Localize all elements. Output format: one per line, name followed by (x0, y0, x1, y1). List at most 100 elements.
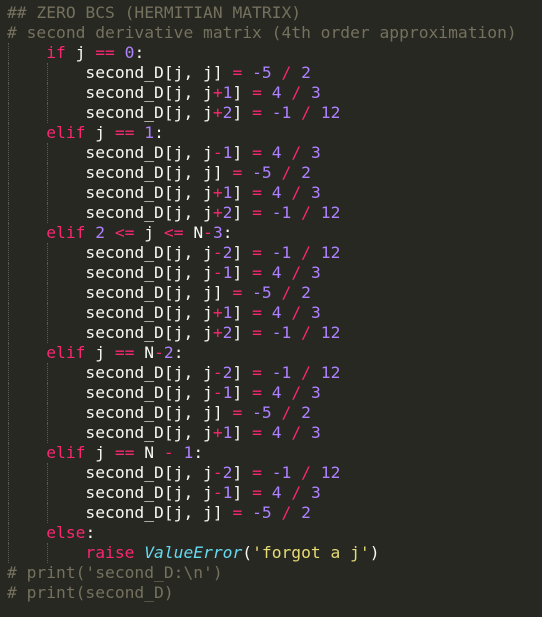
token-operator: / (301, 463, 311, 482)
indent-guide (47, 503, 49, 523)
code-line[interactable]: second_D[j, j-1] = 4 / 3 (7, 483, 542, 503)
token-plain: second_D[j, j] (85, 63, 233, 82)
token-plain: : (134, 43, 145, 62)
code-line[interactable]: second_D[j, j] = -5 / 2 (7, 63, 542, 83)
token-number: 2 (301, 403, 311, 422)
token-plain: : (173, 343, 184, 362)
token-number: -5 (252, 503, 272, 522)
token-operator: = (252, 323, 262, 342)
token-operator: = (252, 363, 262, 382)
token-keyword: elif (46, 343, 86, 362)
token-number: -1 (271, 103, 292, 122)
token-operator: == (114, 443, 135, 462)
token-number: 4 (271, 383, 282, 402)
token-plain: second_D[j, j] (85, 503, 233, 522)
token-plain: N (134, 343, 155, 362)
indent-guide (47, 283, 49, 303)
code-line[interactable]: if j == 0: (7, 43, 542, 63)
code-line[interactable]: # second derivative matrix (4th order ap… (7, 23, 542, 43)
code-line[interactable]: second_D[j, j-2] = -1 / 12 (7, 363, 542, 383)
token-number: 12 (320, 203, 341, 222)
token-operator: - (154, 343, 164, 362)
code-line[interactable]: # print(second_D) (7, 583, 542, 603)
code-line[interactable]: second_D[j, j+1] = 4 / 3 (7, 303, 542, 323)
token-number: 2 (301, 63, 311, 82)
token-operator: / (301, 103, 311, 122)
token-number: 1 (144, 123, 155, 142)
token-number: 2 (301, 283, 311, 302)
token-number: 2 (222, 363, 233, 382)
code-line[interactable]: second_D[j, j+2] = -1 / 12 (7, 203, 542, 223)
code-line[interactable]: second_D[j, j+2] = -1 / 12 (7, 323, 542, 343)
indent-guide (8, 423, 9, 443)
indent-guide (47, 323, 49, 343)
code-line[interactable]: second_D[j, j+1] = 4 / 3 (7, 83, 542, 103)
code-line[interactable]: elif j == 1: (7, 123, 542, 143)
code-line[interactable]: second_D[j, j-1] = 4 / 3 (7, 383, 542, 403)
code-line[interactable]: second_D[j, j] = -5 / 2 (7, 283, 542, 303)
code-line[interactable]: second_D[j, j] = -5 / 2 (7, 503, 542, 523)
code-line[interactable]: second_D[j, j+1] = 4 / 3 (7, 183, 542, 203)
token-plain: second_D[j, j (85, 363, 213, 382)
token-operator: / (301, 363, 311, 382)
token-number: 4 (271, 423, 282, 442)
token-comment: # print(second_D) (7, 583, 174, 602)
token-plain: j (85, 343, 115, 362)
code-line[interactable]: elif 2 <= j <= N-3: (7, 223, 542, 243)
token-plain: second_D[j, j (85, 83, 213, 102)
code-line[interactable]: second_D[j, j-2] = -1 / 12 (7, 243, 542, 263)
token-comment: # second derivative matrix (4th order ap… (7, 23, 517, 42)
indent-guide (47, 83, 49, 103)
token-plain: second_D[j, j (85, 103, 213, 122)
code-line[interactable]: elif j == N - 1: (7, 443, 542, 463)
token-plain: ] (232, 243, 253, 262)
code-line[interactable]: second_D[j, j-1] = 4 / 3 (7, 263, 542, 283)
token-operator: = (232, 283, 243, 302)
code-line[interactable]: # print('second_D:\n') (7, 563, 542, 583)
indent-guide (47, 463, 49, 483)
token-operator: = (252, 483, 262, 502)
token-number: 3 (310, 183, 321, 202)
indent-guide (47, 183, 49, 203)
code-line[interactable]: second_D[j, j] = -5 / 2 (7, 403, 542, 423)
code-line[interactable]: elif j == N-2: (7, 343, 542, 363)
token-number: 1 (222, 483, 233, 502)
token-operator: <= (163, 223, 184, 242)
token-number: 3 (310, 483, 321, 502)
indent-guide (8, 483, 9, 503)
code-line[interactable]: second_D[j, j] = -5 / 2 (7, 163, 542, 183)
token-operator: = (252, 383, 262, 402)
code-editor[interactable]: ## ZERO BCS (HERMITIAN MATRIX) # second d… (7, 3, 542, 617)
token-plain: ] (232, 383, 253, 402)
token-operator: + (212, 83, 223, 102)
code-line[interactable]: second_D[j, j-1] = 4 / 3 (7, 143, 542, 163)
token-number: 4 (271, 303, 282, 322)
code-line[interactable]: second_D[j, j+2] = -1 / 12 (7, 103, 542, 123)
token-number: -1 (271, 243, 292, 262)
code-line[interactable]: second_D[j, j-2] = -1 / 12 (7, 463, 542, 483)
token-operator: - (212, 243, 223, 262)
token-operator: / (281, 63, 292, 82)
code-line[interactable]: ## ZERO BCS (HERMITIAN MATRIX) (7, 3, 542, 23)
code-line[interactable]: else: (7, 523, 542, 543)
code-line[interactable]: second_D[j, j+1] = 4 / 3 (7, 423, 542, 443)
token-plain: ] (232, 463, 253, 482)
token-number: -5 (252, 163, 272, 182)
indent-guide (47, 263, 49, 283)
token-operator: / (291, 143, 302, 162)
indent-guide (8, 303, 9, 323)
code-line[interactable]: raise ValueError('forgot a j') (7, 543, 542, 563)
